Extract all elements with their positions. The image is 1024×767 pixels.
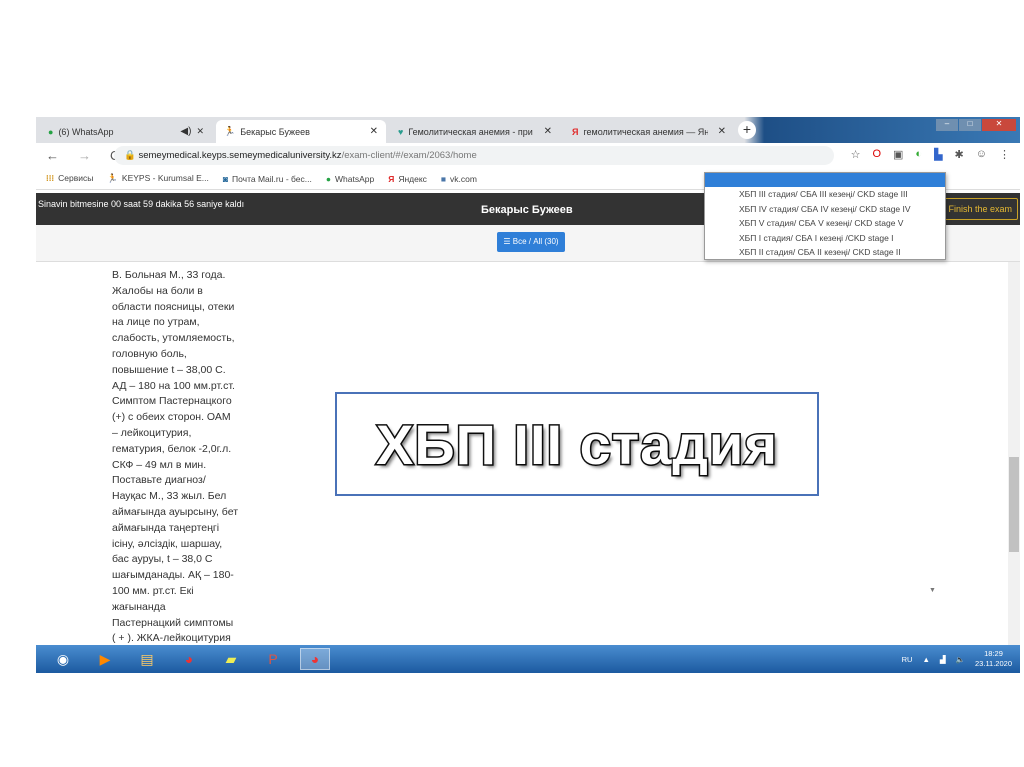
close-window-button[interactable]: ✕ [982, 119, 1016, 131]
bookmark-whatsapp[interactable]: ● WhatsApp [326, 174, 374, 184]
extension-icon[interactable]: ▣ [893, 148, 903, 161]
close-tab-icon[interactable]: ✕ [370, 126, 378, 137]
shield-icon[interactable]: ◐ [915, 148, 922, 161]
question-line: шағымданады. АҚ – 180- [112, 569, 234, 582]
new-tab-button[interactable]: + [738, 121, 756, 139]
heart-icon: ♥ [398, 126, 404, 137]
question-line: аймағында ауырсыну, бет [112, 505, 239, 518]
file-explorer-icon[interactable]: ▤ [132, 648, 162, 670]
whatsapp-icon: ● [325, 173, 331, 184]
yandex-icon: Я [388, 173, 395, 184]
chrome-icon[interactable]: ◕ [174, 648, 204, 670]
close-tab-icon[interactable]: ✕ [196, 126, 204, 137]
runner-icon: 🏃 [224, 126, 236, 136]
chrome-active-icon[interactable]: ◕ [300, 648, 330, 670]
question-line: АД – 180 на 100 мм.рт.ст. [112, 379, 235, 392]
tab-yandex[interactable]: Ягемолитическая анемия — Янд ✕ [564, 120, 734, 143]
lock-icon: 🔒 [124, 150, 139, 161]
dropdown-option[interactable]: ХБП V стадия/ СБА V кезеңі/ CKD stage V [705, 216, 945, 231]
question-line: СКФ – 49 мл в мин. [112, 458, 207, 471]
question-line: Жалобы на боли в [112, 284, 203, 297]
finish-exam-button[interactable]: Finish the exam [942, 198, 1018, 220]
puzzle-icon[interactable]: ✱ [955, 148, 964, 161]
close-tab-icon[interactable]: ✕ [544, 126, 552, 137]
bookmark-vk[interactable]: ■ vk.com [441, 174, 477, 184]
answer-callout: ХБП III стадия [335, 392, 819, 496]
question-line: 100 мм. рт.ст. Екі [112, 584, 194, 597]
sticky-notes-icon[interactable]: ▰ [216, 648, 246, 670]
question-line: повышение t – 38,00 С. [112, 363, 226, 376]
tab-whatsapp[interactable]: ● (6) WhatsApp ◀) ✕ [40, 120, 212, 143]
question-line: – лейкоцитурия, [112, 426, 192, 439]
maximize-button[interactable]: □ [959, 119, 981, 131]
runner-icon: 🏃 [107, 173, 118, 183]
scrollbar[interactable] [1008, 262, 1020, 645]
minimize-button[interactable]: – [936, 119, 958, 131]
question-line: бас ауруы, t – 38,0 С [112, 553, 213, 566]
clock[interactable]: 18:29 23.11.2020 [975, 649, 1012, 669]
bookmark-services[interactable]: ⁝⁝⁝ Сервисы [46, 173, 93, 184]
question-line: Науқас М., 33 жыл. Бел [112, 490, 227, 503]
bookmark-mail[interactable]: ◙ Почта Mail.ru - бес... [223, 174, 312, 184]
dropdown-option[interactable]: ХБП I стадия/ СБА I кезеңі /CKD stage I [705, 231, 945, 246]
question-line: ісіну, әлсіздік, шаршау, [112, 537, 223, 550]
url-input[interactable]: 🔒 semeymedical.keyps.semeymedicalunivers… [114, 146, 834, 165]
select-caret-icon[interactable]: ▼ [929, 587, 936, 594]
network-icon[interactable]: ▟ [940, 655, 946, 664]
question-line: В. Больная М., 33 года. [112, 269, 226, 281]
audio-icon: ◀) [180, 126, 192, 137]
windows-taskbar: ◉ ▶ ▤ ◕ ▰ P ◕ RU ▲ ▟ 🔈 18:29 23.11.2020 [36, 645, 1020, 673]
scrollbar-thumb[interactable] [1009, 457, 1019, 552]
tab-student[interactable]: 🏃 Бекарыс Бужеев ✕ [216, 120, 386, 143]
translate-icon[interactable]: ▙ [934, 148, 942, 161]
answer-dropdown[interactable]: ХБП III стадия/ СБА III кезеңі/ CKD stag… [704, 172, 946, 260]
dropdown-selected-option[interactable] [705, 173, 945, 187]
question-line: (+) с обеих сторон. ОАМ [112, 411, 231, 424]
media-player-icon[interactable]: ▶ [90, 648, 120, 670]
question-text: В. Больная М., 33 года. Жалобы на боли в о… [112, 268, 257, 647]
tab-bar: ● (6) WhatsApp ◀) ✕ 🏃 Бекарыс Бужеев ✕ ♥ Гемол… [36, 117, 1020, 143]
question-line: жағынанда [112, 600, 166, 613]
forward-icon[interactable]: → [78, 148, 100, 163]
question-line: слабость, утомляемость, [112, 332, 235, 345]
dropdown-option[interactable]: ХБП IV стадия/ СБА IV кезеңі/ CKD stage … [705, 202, 945, 217]
menu-icon[interactable]: ⋮ [999, 148, 1010, 161]
question-line: Поставьте диагноз/ [112, 474, 206, 487]
question-line: головную боль, [112, 347, 187, 360]
bookmark-yandex[interactable]: Я Яндекс [388, 174, 427, 184]
close-tab-icon[interactable]: ✕ [718, 126, 726, 137]
mail-icon: ◙ [222, 173, 228, 184]
whatsapp-icon: ● [48, 126, 54, 137]
profile-icon[interactable]: ☺ [976, 148, 987, 161]
star-icon[interactable]: ☆ [851, 148, 861, 161]
question-line: Пастернацкий симптомы [112, 616, 234, 629]
address-bar-row: ← → C 🔒 semeymedical.keyps.semeymedicalu… [36, 143, 1020, 168]
question-line: на лице по утрам, [112, 316, 200, 329]
question-line: аймағында таңертеңгі [112, 521, 220, 534]
volume-icon[interactable]: 🔈 [956, 655, 965, 664]
language-indicator[interactable]: RU [902, 655, 913, 664]
start-button[interactable]: ◉ [48, 648, 78, 670]
exam-timer: Sinavin bitmesine 00 saat 59 dakika 56 s… [38, 199, 245, 209]
yandex-icon: Я [572, 126, 579, 137]
back-icon[interactable]: ← [46, 148, 68, 163]
tab-hemolytic[interactable]: ♥ Гемолитическая анемия - при ✕ [390, 120, 560, 143]
opera-icon[interactable]: O [872, 148, 881, 161]
dropdown-option[interactable]: ХБП II стадия/ СБА II кезеңі/ CKD stage … [705, 245, 945, 260]
all-questions-button[interactable]: ☰ Все / All (30) [497, 232, 565, 252]
question-line: области поясницы, отеки [112, 300, 235, 313]
question-line: гематурия, белок -2,0г.л. [112, 442, 232, 455]
powerpoint-icon[interactable]: P [258, 648, 288, 670]
vk-icon: ■ [440, 173, 447, 184]
question-line: Симптом Пастернацкого [112, 395, 232, 408]
tray-arrow-icon[interactable]: ▲ [922, 655, 929, 664]
dropdown-option[interactable]: ХБП III стадия/ СБА III кезеңі/ CKD stag… [705, 187, 945, 202]
student-name: Бекарыс Бужеев [481, 204, 573, 216]
apps-icon: ⁝⁝⁝ [46, 173, 55, 183]
bookmark-keyps[interactable]: 🏃 KEYPS - Kurumsal E... [107, 173, 209, 184]
